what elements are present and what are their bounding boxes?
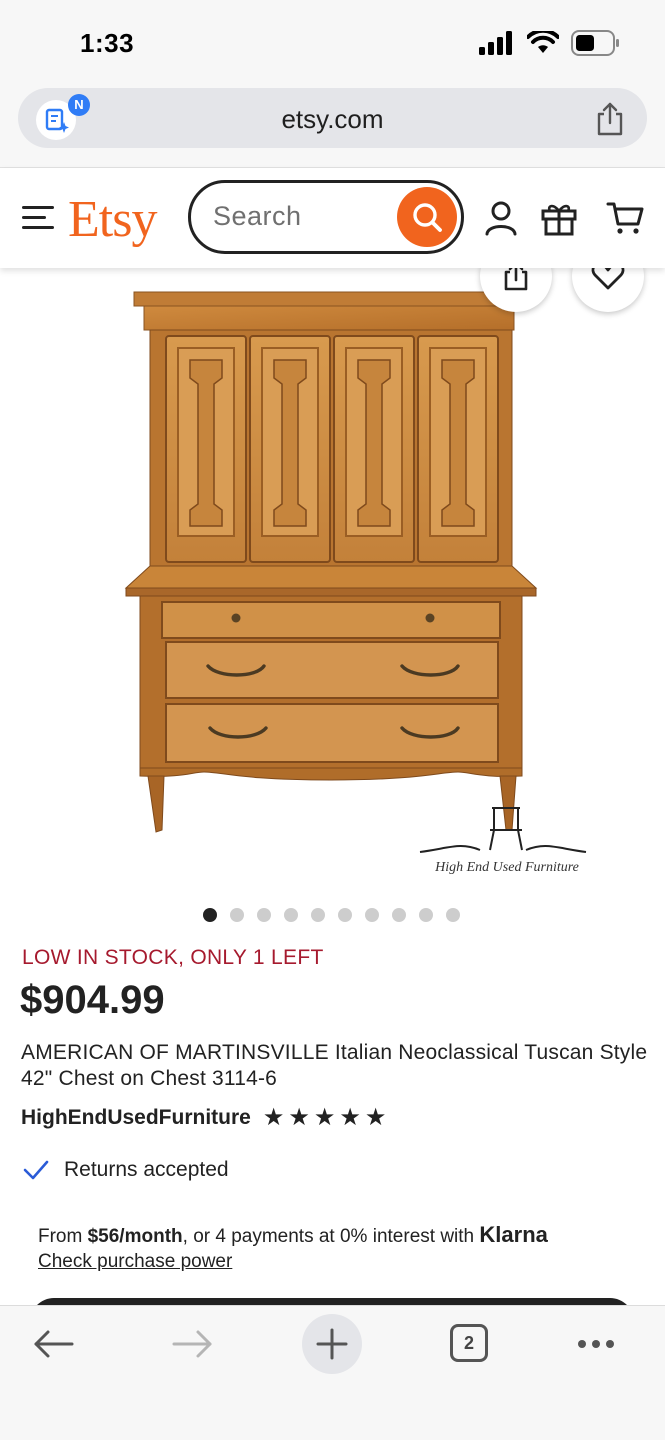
price: $904.99 bbox=[20, 978, 165, 1022]
url-text[interactable]: etsy.com bbox=[18, 104, 647, 135]
tab-count: 2 bbox=[450, 1324, 488, 1362]
more-menu-button[interactable] bbox=[578, 1340, 614, 1348]
etsy-header: Etsy Search bbox=[0, 168, 665, 268]
search-placeholder: Search bbox=[213, 201, 302, 231]
klarna-logo: Klarna bbox=[479, 1222, 548, 1247]
cart-icon bbox=[606, 202, 644, 234]
carousel-dot[interactable] bbox=[338, 908, 352, 922]
carousel-dot[interactable] bbox=[230, 908, 244, 922]
battery-icon bbox=[571, 30, 619, 56]
browser-share-button[interactable] bbox=[595, 102, 625, 141]
search-input[interactable]: Search bbox=[188, 180, 464, 254]
carousel-dot[interactable] bbox=[446, 908, 460, 922]
shop-row: HighEndUsedFurniture ★ ★ ★ ★ ★ bbox=[21, 1106, 386, 1130]
tabs-button[interactable]: 2 bbox=[450, 1324, 488, 1362]
browser-toolbar: 2 bbox=[0, 1305, 665, 1440]
carousel-dot[interactable] bbox=[419, 908, 433, 922]
carousel-dot[interactable] bbox=[392, 908, 406, 922]
new-tab-button[interactable] bbox=[302, 1314, 362, 1374]
account-button[interactable] bbox=[484, 200, 518, 241]
shop-name-link[interactable]: HighEndUsedFurniture bbox=[21, 1106, 251, 1130]
product-image[interactable] bbox=[0, 268, 665, 900]
wifi-icon bbox=[527, 31, 559, 53]
back-arrow-icon bbox=[34, 1330, 74, 1358]
check-purchase-power-link[interactable]: Check purchase power bbox=[38, 1249, 638, 1274]
status-bar: 1:33 bbox=[0, 0, 665, 82]
back-button[interactable] bbox=[32, 1328, 74, 1360]
gift-icon bbox=[541, 204, 577, 236]
furniture-photo bbox=[124, 291, 587, 853]
etsy-logo[interactable]: Etsy bbox=[68, 190, 157, 249]
stock-notice: LOW IN STOCK, ONLY 1 LEFT bbox=[22, 946, 324, 969]
carousel-dot[interactable] bbox=[257, 908, 271, 922]
image-carousel-dots[interactable] bbox=[0, 908, 665, 922]
address-bar[interactable]: N etsy.com bbox=[18, 88, 647, 148]
carousel-dot[interactable] bbox=[365, 908, 379, 922]
gift-button[interactable] bbox=[540, 200, 578, 241]
star-icon: ★ bbox=[288, 1104, 310, 1131]
star-icon: ★ bbox=[339, 1104, 361, 1131]
klarna-middle: , or 4 payments at 0% interest with bbox=[182, 1226, 480, 1247]
star-icon: ★ bbox=[364, 1104, 387, 1131]
klarna-financing: From $56/month, or 4 payments at 0% inte… bbox=[38, 1222, 638, 1274]
share-icon bbox=[597, 102, 623, 136]
cart-button[interactable] bbox=[606, 200, 646, 241]
plus-icon bbox=[316, 1328, 348, 1360]
watermark: High End Used Furniture bbox=[435, 860, 579, 875]
carousel-dot[interactable] bbox=[311, 908, 325, 922]
signal-icon bbox=[479, 31, 512, 55]
klarna-amount: $56/month bbox=[87, 1226, 183, 1247]
status-icons bbox=[479, 30, 621, 56]
listing-title: AMERICAN OF MARTINSVILLE Italian Neoclas… bbox=[21, 1041, 648, 1090]
user-icon bbox=[485, 201, 517, 236]
menu-icon[interactable] bbox=[22, 206, 54, 230]
more-dots-icon bbox=[578, 1340, 614, 1348]
returns-info: Returns accepted bbox=[22, 1158, 229, 1182]
returns-text: Returns accepted bbox=[64, 1158, 229, 1181]
browser-address-area: N etsy.com bbox=[0, 82, 665, 168]
status-time: 1:33 bbox=[80, 28, 135, 58]
star-icon: ★ bbox=[313, 1104, 336, 1131]
carousel-dot[interactable] bbox=[203, 908, 217, 922]
carousel-dot[interactable] bbox=[284, 908, 298, 922]
star-icon: ★ bbox=[262, 1104, 285, 1131]
klarna-prefix: From bbox=[38, 1226, 88, 1247]
search-button[interactable] bbox=[397, 187, 457, 247]
rating-stars[interactable]: ★ ★ ★ ★ ★ bbox=[263, 1106, 387, 1130]
forward-arrow-icon bbox=[172, 1330, 212, 1358]
search-icon bbox=[413, 203, 442, 232]
forward-button[interactable] bbox=[172, 1328, 214, 1360]
checkmark-icon bbox=[23, 1160, 49, 1180]
